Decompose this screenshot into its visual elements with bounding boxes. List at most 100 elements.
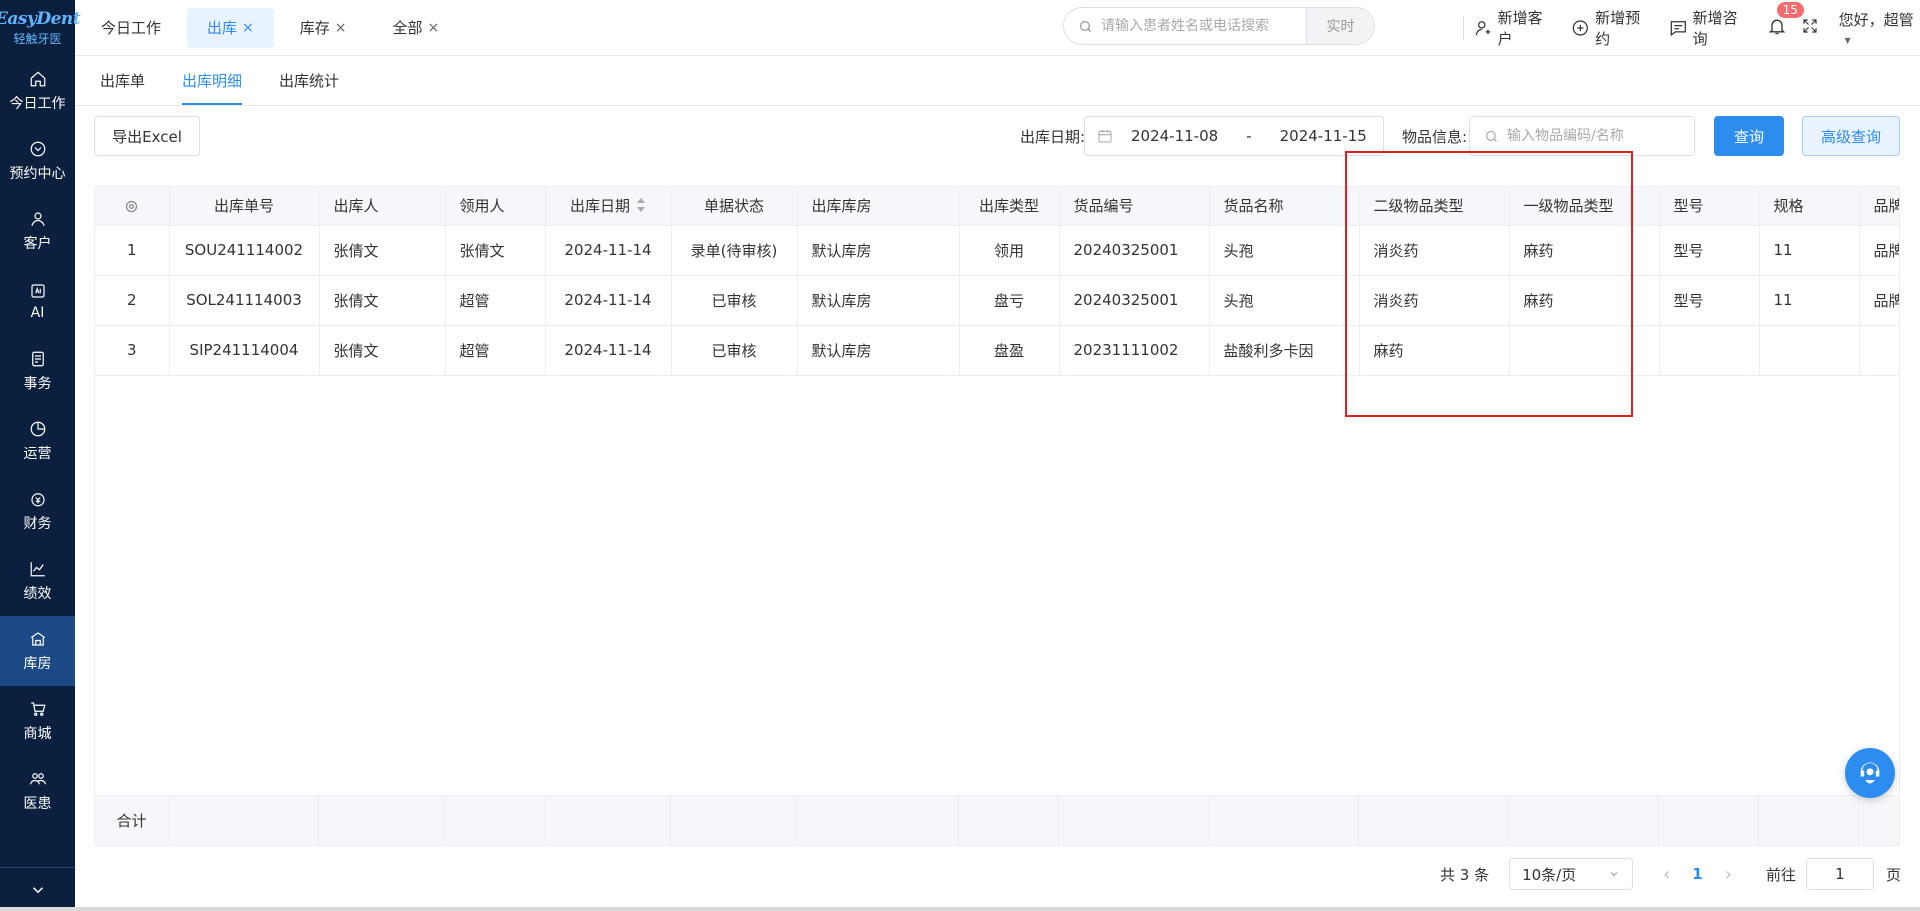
tab-inventory[interactable]: 库存 × bbox=[280, 8, 367, 48]
fullscreen-button[interactable] bbox=[1801, 17, 1819, 39]
search-icon bbox=[1079, 20, 1091, 32]
chevron-down-icon bbox=[32, 886, 43, 893]
cell-operator: 张倩文 bbox=[319, 325, 446, 376]
summary-cell bbox=[959, 796, 1059, 845]
summary-cell bbox=[671, 796, 797, 845]
cell-primary-type: 麻药 bbox=[1509, 225, 1660, 276]
notification-button[interactable]: 15 bbox=[1767, 2, 1804, 40]
sidebar-item-label: 商城 bbox=[23, 725, 52, 742]
outbound-detail-table: 出库单号 出库人 领用人 出库日期 单据状态 出库库房 出库类型 货品编号 货品… bbox=[94, 186, 1900, 846]
sidebar-item-operation[interactable]: 运营 bbox=[0, 406, 75, 476]
goto-page-input[interactable]: 1 bbox=[1805, 858, 1874, 890]
cell-operator: 张倩文 bbox=[319, 225, 446, 276]
sidebar-item-task[interactable]: 事务 bbox=[0, 336, 75, 406]
summary-label: 合计 bbox=[95, 796, 169, 845]
add-appointment-button[interactable]: 新增预约 bbox=[1571, 7, 1651, 49]
tab-today[interactable]: 今日工作 bbox=[81, 8, 181, 48]
advanced-query-button[interactable]: 高级查询 bbox=[1802, 116, 1900, 156]
cell-spec: 11 bbox=[1759, 225, 1860, 276]
chart-icon bbox=[30, 561, 45, 576]
cell-brand: 品牌 bbox=[1859, 225, 1899, 276]
cell-secondary-type: 消炎药 bbox=[1359, 225, 1510, 276]
chevron-down-icon bbox=[1610, 872, 1618, 877]
sidebar-item-doctor-patient[interactable]: 医患 bbox=[0, 756, 75, 826]
sidebar-item-warehouse[interactable]: 库房 bbox=[0, 616, 75, 686]
goods-search-input[interactable] bbox=[1507, 128, 1677, 144]
cell-goods-code: 20231111002 bbox=[1059, 325, 1210, 376]
table-row[interactable]: 3 SIP241114004 张倩文 超管 2024-11-14 已审核 默认库… bbox=[95, 325, 1899, 376]
sidebar-item-label: 财务 bbox=[23, 515, 52, 532]
close-icon[interactable]: × bbox=[428, 20, 440, 36]
current-page[interactable]: 1 bbox=[1692, 865, 1702, 883]
goods-label: 物品信息: bbox=[1402, 128, 1468, 146]
logo-subtext: 轻触牙医 bbox=[13, 32, 62, 46]
header-brand: 品牌 bbox=[1859, 187, 1899, 226]
tab-all[interactable]: 全部 × bbox=[373, 8, 460, 48]
finance-icon bbox=[30, 492, 45, 506]
tab-label: 库存 bbox=[299, 19, 330, 37]
add-consult-button[interactable]: 新增咨询 bbox=[1669, 7, 1749, 49]
patient-search: 实时 bbox=[1063, 7, 1375, 45]
cell-secondary-type: 麻药 bbox=[1359, 325, 1510, 376]
subtab-outbound-stats[interactable]: 出库统计 bbox=[267, 55, 351, 105]
date-start[interactable]: 2024-11-08 bbox=[1131, 127, 1218, 145]
prev-page-button[interactable]: ‹ bbox=[1663, 864, 1670, 885]
add-customer-label: 新增客户 bbox=[1497, 9, 1543, 48]
export-excel-button[interactable]: 导出Excel bbox=[94, 116, 200, 156]
user-menu[interactable]: 您好，超管 ▾ bbox=[1839, 9, 1920, 48]
header-type: 出库类型 bbox=[959, 187, 1060, 226]
close-icon[interactable]: × bbox=[335, 20, 347, 36]
page-size-select[interactable]: 10条/页 bbox=[1509, 858, 1634, 890]
table-header-row: 出库单号 出库人 领用人 出库日期 单据状态 出库库房 出库类型 货品编号 货品… bbox=[95, 187, 1899, 226]
header-spec: 规格 bbox=[1759, 187, 1860, 226]
sidebar-item-mall[interactable]: 商城 bbox=[0, 686, 75, 756]
search-mode-button[interactable]: 实时 bbox=[1306, 8, 1374, 44]
summary-cell bbox=[1059, 796, 1209, 845]
sidebar-item-finance[interactable]: 财务 bbox=[0, 476, 75, 546]
query-button[interactable]: 查询 bbox=[1714, 116, 1784, 156]
sidebar-item-label: 今日工作 bbox=[9, 95, 66, 112]
row-index: 3 bbox=[95, 325, 170, 376]
tab-outbound[interactable]: 出库 × bbox=[187, 7, 274, 48]
cell-brand bbox=[1859, 325, 1899, 376]
tab-label: 今日工作 bbox=[101, 19, 162, 37]
add-appointment-label: 新增预约 bbox=[1595, 9, 1641, 48]
header-warehouse: 出库库房 bbox=[797, 187, 960, 226]
summary-cell bbox=[445, 796, 545, 845]
subtab-outbound-detail[interactable]: 出库明细 bbox=[170, 55, 254, 105]
cell-model bbox=[1659, 325, 1760, 376]
next-page-button[interactable]: › bbox=[1725, 864, 1732, 885]
sidebar-item-customer[interactable]: 客户 bbox=[0, 196, 75, 266]
sidebar-item-ai[interactable]: AI bbox=[0, 266, 75, 336]
patient-search-input[interactable] bbox=[1101, 18, 1301, 34]
sub-tabs: 出库单 出库明细 出库统计 bbox=[75, 56, 1920, 106]
sidebar-item-today[interactable]: 今日工作 bbox=[0, 56, 75, 126]
table-row[interactable]: 1 SOU241114002 张倩文 张倩文 2024-11-14 录单(待审核… bbox=[95, 225, 1899, 276]
sidebar-item-label: 绩效 bbox=[23, 585, 52, 602]
sidebar-item-appointment[interactable]: 预约中心 bbox=[0, 126, 75, 196]
header-receiver: 领用人 bbox=[445, 187, 546, 226]
close-icon[interactable]: × bbox=[242, 20, 254, 36]
header-status: 单据状态 bbox=[671, 187, 798, 226]
subtab-outbound-order[interactable]: 出库单 bbox=[88, 55, 157, 105]
message-icon bbox=[1670, 21, 1686, 37]
cell-receiver: 超管 bbox=[445, 325, 546, 376]
app-logo[interactable]: EasyDent 轻触牙医 bbox=[0, 0, 81, 56]
header-order-no: 出库单号 bbox=[169, 187, 320, 226]
date-range-picker[interactable]: 2024-11-08 - 2024-11-15 bbox=[1084, 116, 1384, 156]
cell-status: 已审核 bbox=[671, 325, 798, 376]
summary-cell bbox=[1509, 796, 1659, 845]
sidebar-expand-button[interactable] bbox=[0, 867, 75, 911]
header-date[interactable]: 出库日期 bbox=[545, 187, 672, 226]
add-customer-button[interactable]: 新增客户 bbox=[1474, 7, 1554, 49]
sidebar-item-performance[interactable]: 绩效 bbox=[0, 546, 75, 616]
row-index: 1 bbox=[95, 225, 170, 276]
divider bbox=[1463, 16, 1464, 40]
column-settings-button[interactable] bbox=[95, 187, 170, 226]
summary-cell bbox=[797, 796, 959, 845]
sort-icon[interactable] bbox=[636, 197, 646, 216]
customer-service-button[interactable] bbox=[1845, 748, 1895, 798]
date-end[interactable]: 2024-11-15 bbox=[1280, 127, 1367, 145]
chevron-down-icon: ▾ bbox=[1844, 32, 1851, 47]
table-row[interactable]: 2 SOL241114003 张倩文 超管 2024-11-14 已审核 默认库… bbox=[95, 275, 1899, 326]
